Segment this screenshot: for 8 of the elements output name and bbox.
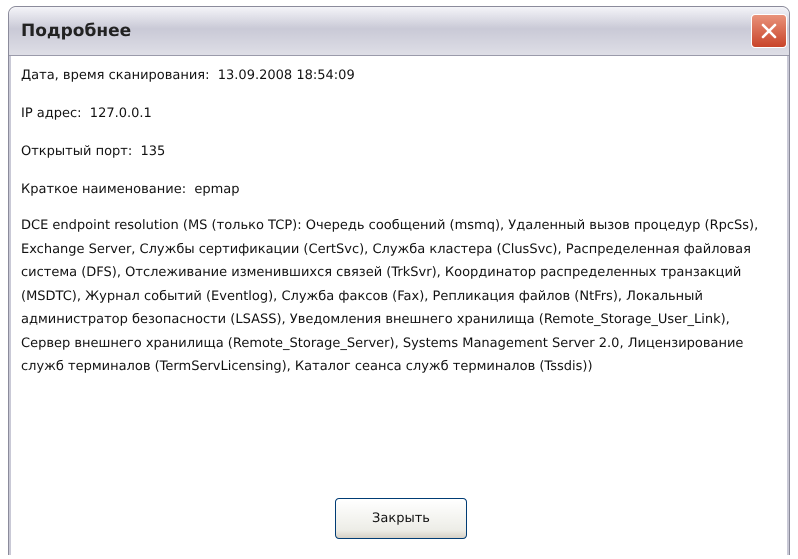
info-line: Открытый порт: 135 [21, 143, 166, 161]
close-button[interactable] [751, 14, 787, 48]
info-line: Дата, время сканирования: 13.09.2008 18:54:09 [21, 67, 356, 85]
description-text: DCE endpoint resolution (MS (только TCP): Очередь сообщений (msmq), Удаленный вызов процедур (RpcSs), Exchange Server, Службы сертификации (CertSvc), Служба кластера (ClusSvc), Распределенная файловая система (DFS), Отслеживание изменившихся связей (TrkSvr), Координатор распределенных транзакций (MSDTC), Журнал событий (Eventlog), Служба факсов (Fax), Репликация файлов (NtFrs), Локальный администратор безопасности (LSASS), Уведомления внешнего хранилища (Remote_Storage_User_Link), Сервер внешнего хранилища (Remote_Storage_Server), Systems Management Server 2.0, Лицензирование служб терминалов (TermServLicensing), Каталог сеанса служб терминалов (Tssdis)) [21, 217, 760, 376]
close-dialog-button[interactable]: Закрыть [335, 498, 467, 539]
info-line: IP адрес: 127.0.0.1 [21, 105, 153, 123]
info-line: Краткое наименование: epmap [21, 181, 240, 199]
window-title: Подробнее [21, 21, 132, 41]
